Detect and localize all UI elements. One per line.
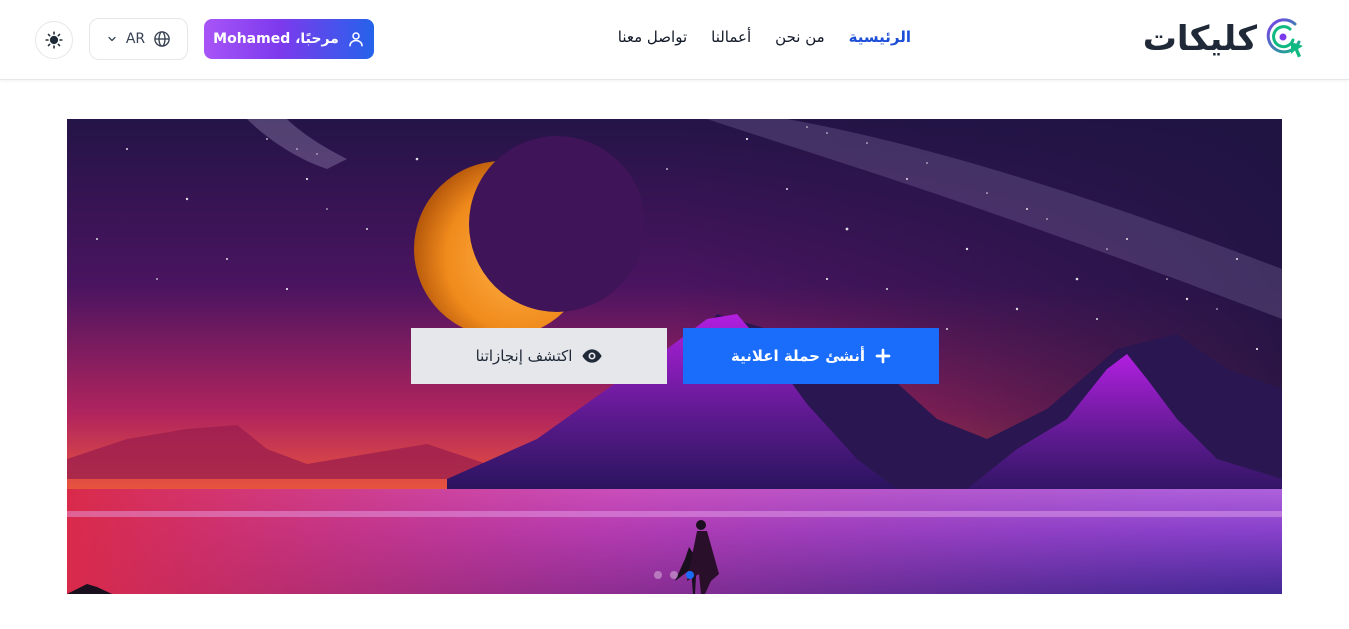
globe-icon <box>154 31 170 47</box>
language-selector[interactable]: AR <box>89 18 188 60</box>
slider-dot[interactable] <box>670 571 678 579</box>
language-label: AR <box>125 31 146 47</box>
site-logo[interactable]: كليكات <box>1143 16 1307 62</box>
slider-pagination <box>654 571 694 579</box>
hero-slider: أنشئ حملة اعلانية اكتشف إنجازاتنا <box>67 119 1282 594</box>
cursor-click-icon <box>1266 18 1303 58</box>
eye-icon <box>582 349 602 363</box>
user-account-button[interactable]: مرحبًا، Mohamed <box>204 19 374 59</box>
hero-background-image <box>67 119 1282 594</box>
nav-item-home[interactable]: الرئيسية <box>849 28 911 46</box>
nav-item-about[interactable]: من نحن <box>775 28 825 46</box>
create-campaign-label: أنشئ حملة اعلانية <box>731 347 865 365</box>
slider-dot-active[interactable] <box>686 571 694 579</box>
sun-icon <box>45 31 63 49</box>
user-icon <box>349 32 363 47</box>
theme-toggle-button[interactable] <box>35 21 73 59</box>
user-greeting: مرحبًا، Mohamed <box>213 31 339 47</box>
chevron-down-icon <box>108 36 116 42</box>
plus-icon <box>875 348 891 364</box>
site-header: AR مرحبًا، Mohamed الرئيسية من نحن أعمال… <box>0 0 1349 80</box>
logo-text: كليكات <box>1142 19 1257 59</box>
create-campaign-button[interactable]: أنشئ حملة اعلانية <box>683 328 939 384</box>
nav-item-contact[interactable]: تواصل معنا <box>618 28 687 46</box>
main-nav: الرئيسية من نحن أعمالنا تواصل معنا <box>618 28 911 46</box>
explore-achievements-button[interactable]: اكتشف إنجازاتنا <box>411 328 667 384</box>
explore-achievements-label: اكتشف إنجازاتنا <box>475 347 573 365</box>
nav-item-works[interactable]: أعمالنا <box>711 28 751 46</box>
slider-dot[interactable] <box>654 571 662 579</box>
